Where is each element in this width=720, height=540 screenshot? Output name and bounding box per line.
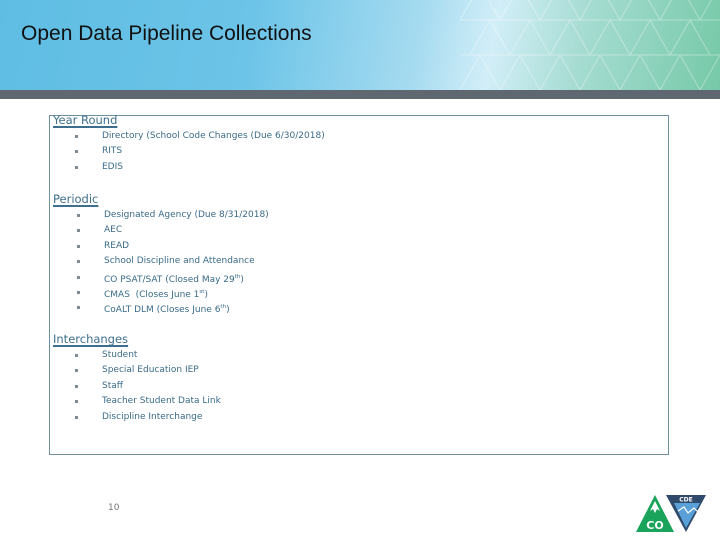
list-item: Staff [75,379,221,394]
bullet-icon [77,275,80,279]
bullet-icon [75,384,78,388]
list-item: Designated Agency (Due 8/31/2018) [77,208,269,223]
list-item: Teacher Student Data Link [75,394,221,409]
list-item: AEC [77,223,269,238]
bullet-icon [77,229,80,233]
list-item: Discipline Interchange [75,410,221,425]
bullet-icon [75,415,78,419]
list-item: Student [75,348,221,363]
list-periodic: Designated Agency (Due 8/31/2018) AEC RE… [77,208,269,316]
bullet-icon [75,165,78,169]
list-item: Special Education IEP [75,363,221,378]
list-item: CoALT DLM (Closes June 6th) [77,300,269,315]
bullet-icon [77,214,80,217]
bullet-icon [75,354,78,357]
bullet-icon [77,290,80,294]
list-item: CMAS (Closes June 1st) [77,285,269,300]
co-cde-logo-icon: CO CDE [636,495,706,532]
list-item: RITS [75,144,325,159]
list-item: Directory (School Code Changes (Due 6/30… [75,129,325,144]
list-interchanges: Student Special Education IEP Staff Teac… [75,348,221,425]
bullet-icon [75,135,78,138]
list-year-round: Directory (School Code Changes (Due 6/30… [75,129,325,175]
section-heading-interchanges: Interchanges [53,332,129,346]
bullet-icon [75,369,78,373]
triangle-pattern-decoration [460,0,720,90]
page-number: 10 [108,503,120,513]
list-item: CO PSAT/SAT (Closed May 29th) [77,270,269,285]
list-item: School Discipline and Attendance [77,254,269,269]
logo-text-co: CO [646,519,663,532]
title-banner: Open Data Pipeline Collections [0,0,720,90]
section-heading-periodic: Periodic [53,192,99,206]
bullet-icon [77,306,80,310]
bullet-icon [77,244,80,248]
slide-title: Open Data Pipeline Collections [21,22,312,45]
logo-text-cde: CDE [679,497,692,504]
bullet-icon [75,400,78,404]
list-item: READ [77,239,269,254]
bullet-icon [77,260,80,264]
list-item: EDIS [75,160,325,175]
bullet-icon [75,150,78,154]
header-divider-bar [0,90,720,99]
section-heading-year-round: Year Round [53,113,118,127]
